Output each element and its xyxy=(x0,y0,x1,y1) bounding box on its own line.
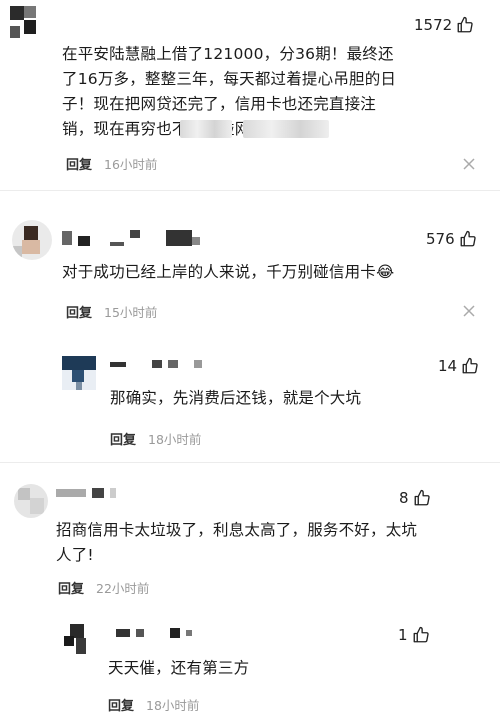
timestamp: 18小时前 xyxy=(146,697,200,713)
redacted-text xyxy=(180,118,330,138)
thumbs-up-icon xyxy=(462,357,478,374)
laughing-emoji: 😂 xyxy=(376,263,395,281)
thumbs-up-icon xyxy=(460,230,476,247)
reply-text: 那确实，先消费后还钱，就是个大坑 xyxy=(110,389,362,407)
like-count: 1 xyxy=(398,626,408,644)
reply-button[interactable]: 回复 xyxy=(66,302,92,321)
timestamp: 18小时前 xyxy=(148,431,202,447)
avatar[interactable] xyxy=(12,220,52,260)
avatar[interactable] xyxy=(14,484,48,518)
username-redacted xyxy=(62,230,200,246)
like-button[interactable]: 8 xyxy=(399,487,431,509)
reply-meta: 回复 18小时前 xyxy=(108,694,199,714)
reply-meta: 回复 18小时前 xyxy=(110,428,201,448)
comment-text: 招商信用卡太垃圾了，利息太高了，服务不好，太坑人了! xyxy=(56,521,418,564)
divider xyxy=(0,462,500,463)
like-button[interactable]: 14 xyxy=(438,355,479,377)
like-button[interactable]: 1572 xyxy=(414,14,474,36)
avatar[interactable] xyxy=(62,624,96,658)
timestamp: 15小时前 xyxy=(104,304,158,320)
reply-button[interactable]: 回复 xyxy=(66,154,92,173)
thumbs-up-icon xyxy=(414,489,430,506)
timestamp: 16小时前 xyxy=(104,156,158,172)
like-count: 14 xyxy=(438,357,458,375)
reply-button[interactable]: 回复 xyxy=(108,695,134,714)
timestamp: 22小时前 xyxy=(96,580,150,596)
dislike-icon[interactable] xyxy=(462,157,476,171)
like-button[interactable]: 1 xyxy=(398,624,430,646)
dislike-icon[interactable] xyxy=(462,304,476,318)
like-count: 576 xyxy=(426,230,455,248)
thumbs-up-icon xyxy=(413,626,429,643)
like-button[interactable]: 576 xyxy=(426,228,477,250)
like-count: 1572 xyxy=(414,16,453,34)
thumbs-up-icon xyxy=(457,16,473,33)
divider xyxy=(0,190,500,191)
comment-text: 对于成功已经上岸的人来说，千万别碰信用卡😂 xyxy=(62,263,395,281)
username-redacted xyxy=(110,360,202,368)
comment-meta: 回复 22小时前 xyxy=(58,577,149,597)
reply-button[interactable]: 回复 xyxy=(58,578,84,597)
avatar[interactable] xyxy=(10,6,48,44)
username-redacted xyxy=(56,488,116,498)
username-redacted xyxy=(116,628,192,638)
comment-meta: 回复 16小时前 xyxy=(66,153,157,173)
reply-text: 天天催，还有第三方 xyxy=(108,659,250,677)
reply-button[interactable]: 回复 xyxy=(110,429,136,448)
comment-meta: 回复 15小时前 xyxy=(66,301,157,321)
like-count: 8 xyxy=(399,489,409,507)
avatar[interactable] xyxy=(62,356,96,390)
